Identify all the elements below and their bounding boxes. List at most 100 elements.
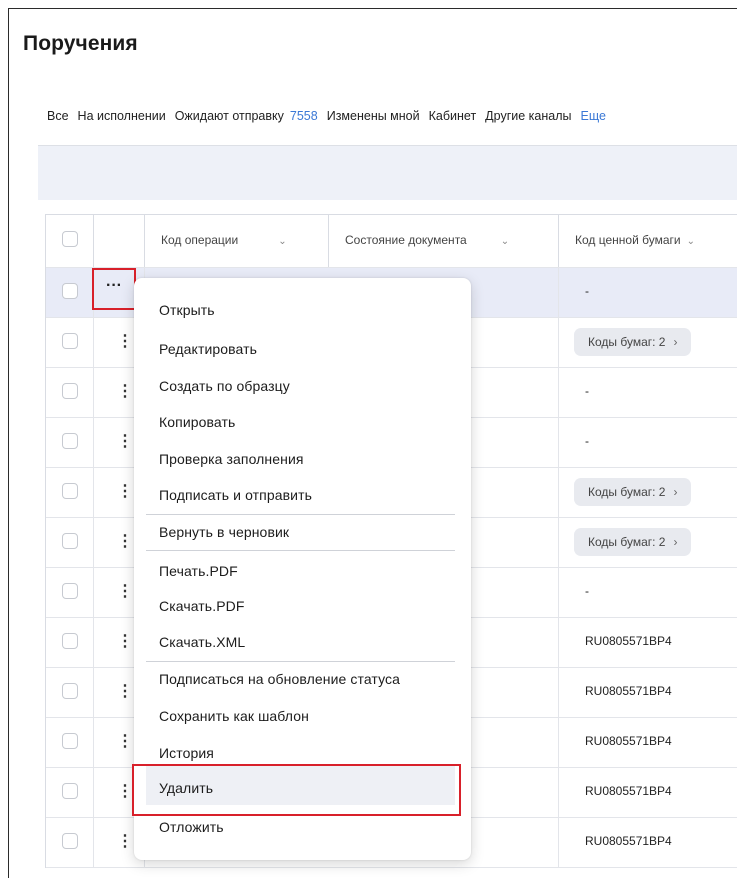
row-menu-kebab-icon[interactable]: ⋮	[117, 532, 133, 552]
security-code-cell: RU0805571BP4	[585, 684, 672, 698]
row-menu-kebab-icon[interactable]: ⋮	[117, 432, 133, 452]
column-divider	[144, 215, 145, 267]
row-checkbox[interactable]	[62, 683, 78, 699]
row-checkbox[interactable]	[62, 483, 78, 499]
row-checkbox[interactable]	[62, 433, 78, 449]
tab-label: Ожидают отправку	[174, 109, 284, 123]
chevron-right-icon: ›	[673, 535, 678, 549]
column-header-label: Код операции	[161, 233, 239, 247]
security-code-cell: RU0805571BP4	[585, 784, 672, 798]
menu-item-open[interactable]: Открыть	[159, 302, 215, 318]
column-header-document-state[interactable]: Состояние документа ⌄	[345, 233, 509, 247]
security-codes-pill[interactable]: Коды бумаг: 2 ›	[574, 478, 692, 506]
tab-changed-by-me[interactable]: Изменены мной	[327, 109, 420, 135]
chevron-down-icon: ⌄	[500, 236, 510, 247]
column-divider	[93, 568, 94, 617]
menu-item-save-as-template[interactable]: Сохранить как шаблон	[159, 708, 309, 724]
delete-highlight-frame	[132, 764, 461, 816]
row-checkbox[interactable]	[62, 333, 78, 349]
chevron-down-icon: ⌄	[278, 236, 287, 247]
column-divider	[558, 718, 559, 767]
menu-item-return-to-draft[interactable]: Вернуть в черновик	[159, 524, 289, 540]
row-menu-kebab-icon[interactable]: ⋮	[117, 632, 133, 652]
column-divider	[558, 215, 559, 267]
menu-separator	[146, 514, 455, 515]
row-checkbox[interactable]	[62, 783, 78, 799]
menu-item-copy[interactable]: Копировать	[159, 414, 235, 430]
tab-bar: Все На исполнении Ожидают отправку 7558 И…	[47, 109, 615, 151]
tab-more[interactable]: Еще	[581, 109, 606, 135]
row-checkbox[interactable]	[62, 833, 78, 849]
page-title: Поручения	[23, 32, 138, 55]
security-codes-pill[interactable]: Коды бумаг: 2 ›	[574, 328, 692, 356]
tab-cabinet[interactable]: Кабинет	[429, 109, 477, 135]
menu-item-subscribe-status[interactable]: Подписаться на обновление статуса	[159, 671, 400, 687]
menu-item-create-from-template[interactable]: Создать по образцу	[159, 378, 290, 394]
menu-item-postpone[interactable]: Отложить	[159, 819, 224, 835]
menu-item-download-xml[interactable]: Скачать.XML	[159, 634, 245, 650]
more-horizontal-icon: ···	[106, 277, 122, 294]
column-divider	[93, 468, 94, 517]
menu-item-sign-and-send[interactable]: Подписать и отправить	[159, 487, 312, 503]
security-code-cell: RU0805571BP4	[585, 834, 672, 848]
column-divider	[558, 268, 559, 317]
row-menu-kebab-icon[interactable]: ⋮	[117, 382, 133, 402]
row-menu-kebab-icon[interactable]: ⋮	[117, 832, 133, 852]
column-divider	[558, 818, 559, 867]
row-checkbox[interactable]	[62, 383, 78, 399]
menu-item-print-pdf[interactable]: Печать.PDF	[159, 563, 238, 579]
column-divider	[558, 418, 559, 467]
row-menu-kebab-icon[interactable]: ⋮	[117, 332, 133, 352]
column-divider	[93, 318, 94, 367]
tab-awaiting-send[interactable]: Ожидают отправку 7558	[175, 109, 318, 135]
column-divider	[558, 618, 559, 667]
column-divider	[558, 518, 559, 567]
column-divider	[93, 818, 94, 867]
menu-item-validate[interactable]: Проверка заполнения	[159, 451, 304, 467]
chevron-down-icon: ⌄	[686, 236, 695, 247]
security-code-cell: -	[585, 584, 589, 598]
row-menu-kebab-icon[interactable]: ⋮	[117, 582, 133, 602]
security-code-cell: -	[585, 384, 589, 398]
column-divider	[93, 768, 94, 817]
column-divider	[93, 215, 94, 267]
row-checkbox[interactable]	[62, 583, 78, 599]
column-divider	[328, 215, 329, 267]
menu-item-edit[interactable]: Редактировать	[159, 341, 257, 357]
menu-separator	[146, 550, 455, 551]
column-header-security-code[interactable]: Код ценной бумаги ⌄	[575, 233, 695, 247]
menu-item-history[interactable]: История	[159, 745, 214, 761]
row-actions-button[interactable]: ···	[92, 268, 136, 310]
tab-in-progress[interactable]: На исполнении	[78, 109, 166, 135]
row-menu-kebab-icon[interactable]: ⋮	[117, 732, 133, 752]
pill-label: Коды бумаг: 2	[588, 335, 666, 349]
column-divider	[93, 718, 94, 767]
row-menu-kebab-icon[interactable]: ⋮	[117, 782, 133, 802]
row-checkbox[interactable]	[62, 633, 78, 649]
row-checkbox[interactable]	[62, 533, 78, 549]
column-divider	[93, 518, 94, 567]
column-divider	[558, 568, 559, 617]
row-checkbox[interactable]	[62, 733, 78, 749]
tab-other-channels[interactable]: Другие каналы	[485, 109, 571, 135]
column-divider	[93, 668, 94, 717]
column-divider	[558, 668, 559, 717]
column-header-label: Код ценной бумаги	[575, 233, 681, 247]
tab-all[interactable]: Все	[47, 109, 71, 151]
security-code-cell: -	[585, 434, 589, 448]
chevron-right-icon: ›	[673, 335, 678, 349]
pill-label: Коды бумаг: 2	[588, 485, 666, 499]
security-codes-pill[interactable]: Коды бумаг: 2 ›	[574, 528, 692, 556]
column-divider	[558, 368, 559, 417]
row-menu-kebab-icon[interactable]: ⋮	[117, 482, 133, 502]
select-all-checkbox[interactable]	[62, 231, 78, 247]
row-checkbox[interactable]	[62, 283, 78, 299]
row-menu-kebab-icon[interactable]: ⋮	[117, 682, 133, 702]
security-code-cell: RU0805571BP4	[585, 634, 672, 648]
column-header-operation-code[interactable]: Код операции ⌄	[161, 233, 287, 247]
column-divider	[558, 318, 559, 367]
column-divider	[93, 418, 94, 467]
menu-item-download-pdf[interactable]: Скачать.PDF	[159, 598, 245, 614]
tab-count-badge: 7558	[289, 109, 318, 123]
chevron-right-icon: ›	[673, 485, 678, 499]
